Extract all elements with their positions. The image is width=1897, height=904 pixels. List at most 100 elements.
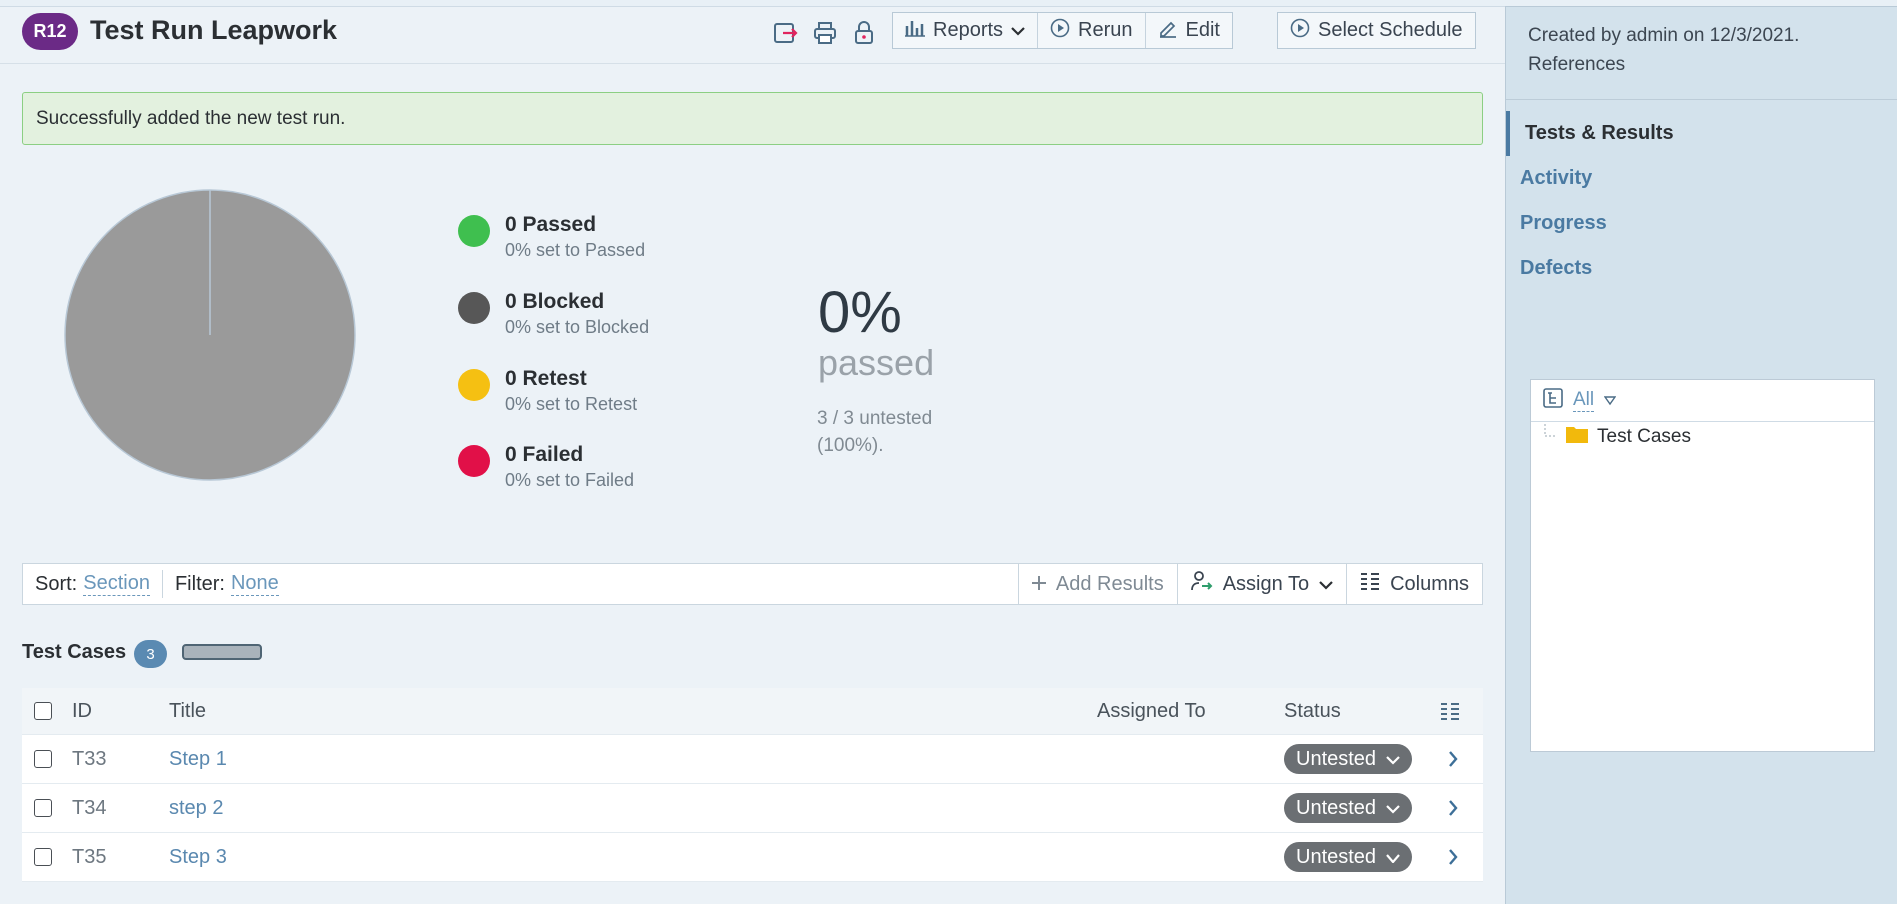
edit-label: Edit — [1185, 19, 1220, 41]
export-icon[interactable] — [772, 19, 800, 47]
results-pie-chart — [64, 189, 356, 481]
chevron-right-icon[interactable] — [1448, 833, 1458, 881]
col-id[interactable]: ID — [72, 688, 92, 734]
sidebar-item-defects[interactable]: Defects — [1506, 246, 1897, 291]
pencil-icon — [1158, 18, 1178, 44]
success-message: Successfully added the new test run. — [22, 92, 1483, 145]
tree-header: All — [1531, 380, 1874, 422]
row-checkbox[interactable] — [34, 799, 52, 817]
chevron-down-icon — [1386, 797, 1400, 820]
col-title[interactable]: Title — [169, 688, 206, 734]
folder-icon — [1565, 424, 1589, 450]
passed-percent-label: passed — [818, 342, 935, 383]
chevron-down-icon — [1386, 846, 1400, 869]
chevron-down-icon — [1319, 573, 1333, 596]
assign-user-icon — [1190, 570, 1213, 598]
main-content: R12 Test Run Leapwork Reports Rerun Edit… — [0, 6, 1505, 904]
run-meta: Created by admin on 12/3/2021. Reference… — [1528, 21, 1799, 79]
tests-toolbar: Sort: Section Filter: None Add Results A… — [22, 563, 1483, 605]
tree-view-icon[interactable] — [1543, 387, 1563, 414]
row-title-link[interactable]: Step 3 — [169, 833, 227, 881]
reports-button[interactable]: Reports — [893, 13, 1039, 48]
legend-failed-title: 0 Failed — [505, 443, 584, 466]
toolbar-actions: Add Results Assign To Columns — [1017, 564, 1482, 604]
print-icon[interactable] — [811, 19, 839, 47]
sidebar-item-progress[interactable]: Progress — [1506, 201, 1897, 246]
legend-passed: 0 Passed 0% set to Passed — [458, 213, 678, 269]
rerun-button[interactable]: Rerun — [1038, 13, 1146, 48]
failed-dot — [458, 445, 490, 477]
status-label: Untested — [1296, 845, 1377, 868]
chevron-down-icon — [1386, 748, 1400, 771]
legend-retest: 0 Retest 0% set to Retest — [458, 367, 678, 423]
tree-filter-link[interactable]: All — [1573, 389, 1595, 412]
sort-value-link[interactable]: Section — [83, 572, 150, 596]
table-header-row: ID Title Assigned To Status — [22, 688, 1483, 735]
chevron-right-icon[interactable] — [1448, 784, 1458, 832]
columns-label: Columns — [1390, 572, 1469, 595]
sort-label: Sort: — [35, 572, 78, 595]
passed-dot — [458, 215, 490, 247]
edit-button[interactable]: Edit — [1146, 13, 1232, 48]
col-status[interactable]: Status — [1284, 688, 1341, 734]
untested-line-2: (100%). — [817, 435, 884, 456]
schedule-group: Select Schedule — [1277, 12, 1476, 49]
legend-blocked: 0 Blocked 0% set to Blocked — [458, 290, 678, 346]
status-label: Untested — [1296, 796, 1377, 819]
legend-passed-sub: 0% set to Passed — [505, 240, 646, 260]
reports-label: Reports — [933, 19, 1004, 41]
select-schedule-label: Select Schedule — [1318, 19, 1463, 41]
sort-filter-bar: Sort: Section Filter: None — [23, 564, 291, 604]
tree-node-label: Test Cases — [1597, 426, 1691, 447]
table-row[interactable]: T33 Step 1 Untested — [22, 735, 1483, 784]
sidebar-nav: Tests & Results Activity Progress Defect… — [1506, 111, 1897, 291]
col-assigned-to[interactable]: Assigned To — [1097, 688, 1206, 734]
legend-retest-title: 0 Retest — [505, 367, 587, 390]
tree-node-test-cases[interactable]: Test Cases — [1543, 424, 1691, 450]
columns-button[interactable]: Columns — [1346, 564, 1482, 604]
select-schedule-button[interactable]: Select Schedule — [1278, 13, 1475, 48]
bar-chart-icon — [905, 19, 925, 43]
legend-retest-sub: 0% set to Retest — [505, 394, 638, 414]
chevron-right-icon[interactable] — [1448, 735, 1458, 783]
untested-summary: 3 / 3 untested (100%). — [817, 405, 932, 459]
plus-icon — [1031, 573, 1046, 596]
sidebar-item-tests-results[interactable]: Tests & Results — [1506, 111, 1897, 156]
add-results-label: Add Results — [1055, 572, 1164, 595]
rerun-label: Rerun — [1078, 19, 1133, 41]
column-settings-icon[interactable] — [1440, 688, 1460, 734]
status-dropdown[interactable]: Untested — [1284, 842, 1413, 872]
filter-value-link[interactable]: None — [230, 572, 279, 596]
test-count-badge: 3 — [134, 640, 167, 668]
assign-to-label: Assign To — [1222, 572, 1310, 595]
row-checkbox[interactable] — [34, 848, 52, 866]
legend-failed: 0 Failed 0% set to Failed — [458, 443, 678, 499]
assign-to-button[interactable]: Assign To — [1176, 564, 1346, 604]
select-all-checkbox[interactable] — [34, 702, 52, 720]
lock-icon[interactable] — [850, 19, 878, 47]
blocked-dot — [458, 292, 490, 324]
sidebar-item-activity[interactable]: Activity — [1506, 156, 1897, 201]
section-tree: All Test Cases — [1530, 379, 1875, 752]
columns-icon — [1360, 572, 1380, 596]
test-cases-table: ID Title Assigned To Status T33 Step 1 U… — [22, 688, 1483, 882]
table-row[interactable]: T34 step 2 Untested — [22, 784, 1483, 833]
row-title-link[interactable]: step 2 — [169, 784, 223, 832]
retest-dot — [458, 369, 490, 401]
run-id-badge: R12 — [22, 13, 78, 50]
untested-line-1: 3 / 3 untested — [817, 408, 933, 429]
triangle-down-icon[interactable] — [1603, 390, 1617, 412]
legend-failed-sub: 0% set to Failed — [505, 470, 635, 490]
sort-control: Sort: Section — [23, 572, 162, 596]
add-results-button[interactable]: Add Results — [1017, 564, 1177, 604]
page-title: Test Run Leapwork — [90, 15, 338, 45]
row-checkbox[interactable] — [34, 750, 52, 768]
status-dropdown[interactable]: Untested — [1284, 744, 1413, 774]
table-row[interactable]: T35 Step 3 Untested — [22, 833, 1483, 882]
row-id: T33 — [72, 747, 107, 770]
section-progress-bar — [182, 644, 262, 660]
row-title-link[interactable]: Step 1 — [169, 735, 227, 783]
run-header: R12 Test Run Leapwork Reports Rerun Edit… — [0, 7, 1505, 64]
status-dropdown[interactable]: Untested — [1284, 793, 1413, 823]
play-circle-icon — [1050, 18, 1070, 44]
